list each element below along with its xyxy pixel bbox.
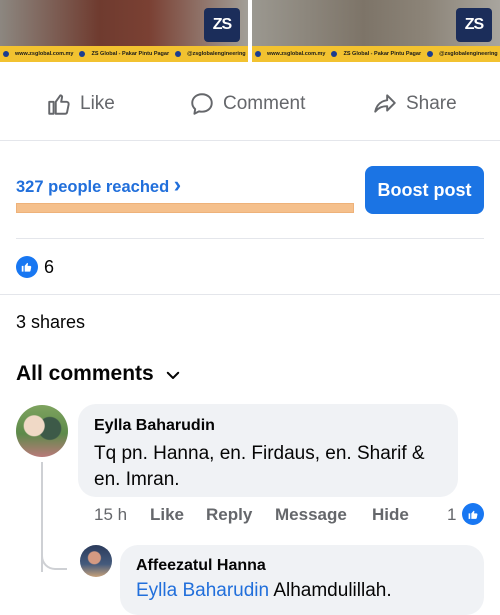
comment-like-action[interactable]: Like [150,505,184,525]
banner-instagram: @zsglobalengineering [439,51,498,57]
mention-link[interactable]: Eylla Baharudin [136,580,269,601]
shares-count[interactable]: 3 shares [16,312,85,333]
avatar[interactable] [16,405,68,457]
zs-logo: ZS [204,8,240,42]
share-icon [374,94,396,113]
comment-hide-action[interactable]: Hide [372,505,409,525]
reaction-count[interactable]: 6 [44,257,54,278]
post-photo-left[interactable]: ZS www.zsglobal.com.my ZS Global - Pakar… [0,0,248,62]
facebook-icon [331,51,338,57]
banner-facebook: ZS Global - Pakar Pintu Pagar [343,51,422,57]
facebook-icon [79,51,86,57]
thumbs-up-icon [48,94,70,115]
comment-text: Tq pn. Hanna, en. Firdaus, en. Sharif & … [94,443,425,490]
reach-progress-bar [16,203,354,213]
reach-text: 327 people reached [16,178,170,196]
comment-like-count[interactable]: 1 [447,505,456,525]
divider [0,294,500,295]
chevron-right-icon: › [173,172,182,197]
zs-logo: ZS [456,8,492,42]
like-reaction-icon[interactable] [16,256,38,278]
like-label: Like [80,93,115,114]
comment-text: Eylla Baharudin Alhamdulillah. [136,580,392,602]
reply-text: Alhamdulillah. [273,580,392,601]
banner-website: www.zsglobal.com.my [15,51,74,57]
post-photo-right[interactable]: ZS www.zsglobal.com.my ZS Global - Pakar… [252,0,500,62]
banner-facebook: ZS Global - Pakar Pintu Pagar [91,51,170,57]
chevron-down-icon[interactable] [164,366,182,384]
instagram-icon [427,51,434,57]
comment-author[interactable]: Affeezatul Hanna [136,557,266,575]
banner-website: www.zsglobal.com.my [267,51,326,57]
like-reaction-icon[interactable] [462,503,484,525]
divider [16,238,484,239]
avatar[interactable] [80,545,112,577]
boost-post-button[interactable]: Boost post [365,166,484,214]
photo-banner: www.zsglobal.com.my ZS Global - Pakar Pi… [252,46,500,62]
thread-connector [41,540,67,570]
share-button[interactable]: Share [372,86,457,122]
comment-time: 15 h [94,505,128,524]
comments-filter-label[interactable]: All comments [16,362,154,386]
globe-icon [255,51,261,57]
divider [0,140,500,141]
comment-message-action[interactable]: Message [275,505,347,525]
comment-icon [191,93,213,115]
comment-button[interactable]: Comment [189,86,305,122]
reach-link[interactable]: 327 people reached › [16,174,181,197]
like-button[interactable]: Like [46,86,115,122]
comment-author[interactable]: Eylla Baharudin [94,417,215,435]
photo-banner: www.zsglobal.com.my ZS Global - Pakar Pi… [0,46,248,62]
comment-reply-action[interactable]: Reply [206,505,252,525]
instagram-icon [175,51,182,57]
share-label: Share [406,93,457,114]
globe-icon [3,51,9,57]
banner-instagram: @zsglobalengineering [187,51,246,57]
comment-label: Comment [223,93,306,114]
